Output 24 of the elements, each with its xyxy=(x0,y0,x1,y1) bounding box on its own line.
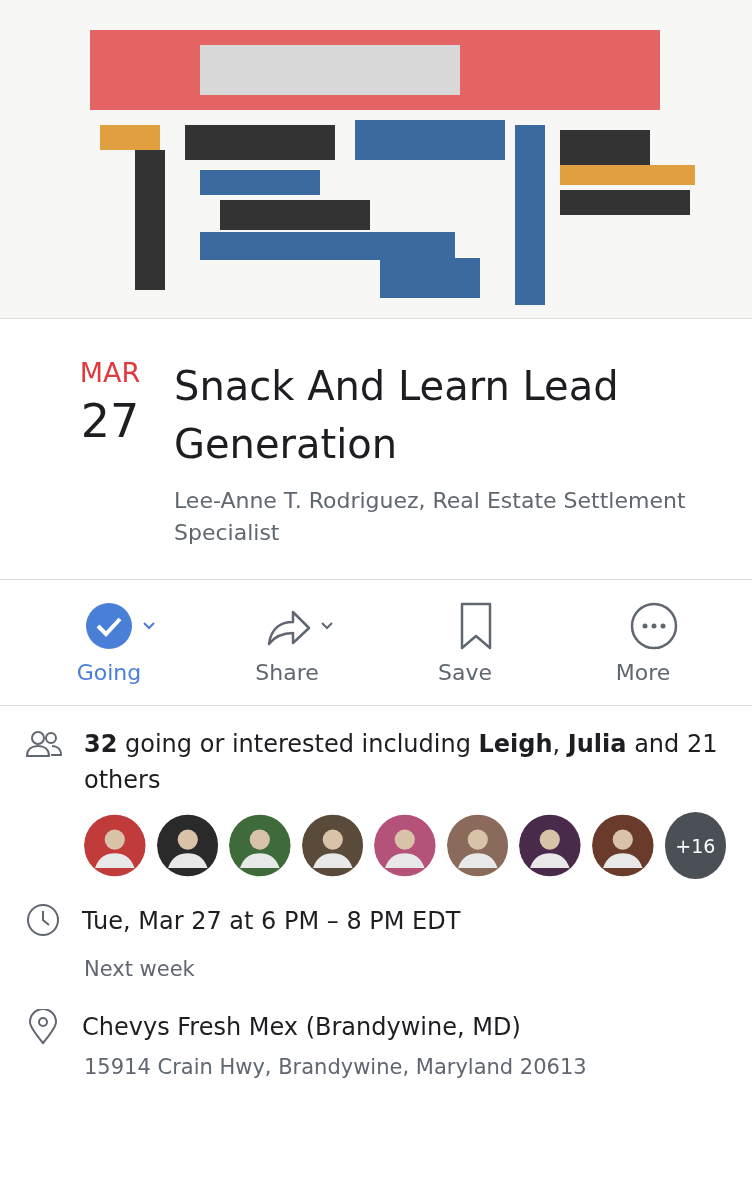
relative-time: Next week xyxy=(84,957,196,981)
avatar[interactable] xyxy=(301,812,364,879)
event-title: Snack And Learn Lead Generation xyxy=(174,362,620,469)
more-button[interactable]: More xyxy=(554,602,732,685)
avatar[interactable] xyxy=(519,812,581,879)
venue-address: 15914 Crain Hwy, Brandywine, Maryland 20613 xyxy=(84,1055,588,1079)
clock-icon xyxy=(26,903,60,937)
avatar[interactable] xyxy=(156,812,219,879)
more-icon xyxy=(630,602,678,650)
avatar[interactable] xyxy=(229,812,291,879)
share-button[interactable]: Share xyxy=(198,602,376,685)
avatar[interactable] xyxy=(591,812,654,879)
event-host: Lee-Anne T. Rodriguez, Real Estate Settlement Specialist xyxy=(174,487,687,547)
event-month: MAR xyxy=(79,357,141,388)
more-guests-count[interactable]: +16 xyxy=(664,812,727,879)
check-circle-icon xyxy=(85,602,133,650)
save-button[interactable]: Save xyxy=(376,602,554,685)
going-button[interactable]: Going xyxy=(20,602,198,685)
people-icon xyxy=(26,730,62,760)
event-time: Tue, Mar 27 at 6 PM – 8 PM EDT xyxy=(82,906,461,937)
event-day: 27 xyxy=(80,394,140,448)
location-pin-icon xyxy=(26,1009,60,1045)
guest-summary: 32 going or interested including Leigh, Julia and 21 others xyxy=(84,729,719,796)
venue-name[interactable]: Chevys Fresh Mex (Brandywine, MD) xyxy=(82,1009,521,1045)
